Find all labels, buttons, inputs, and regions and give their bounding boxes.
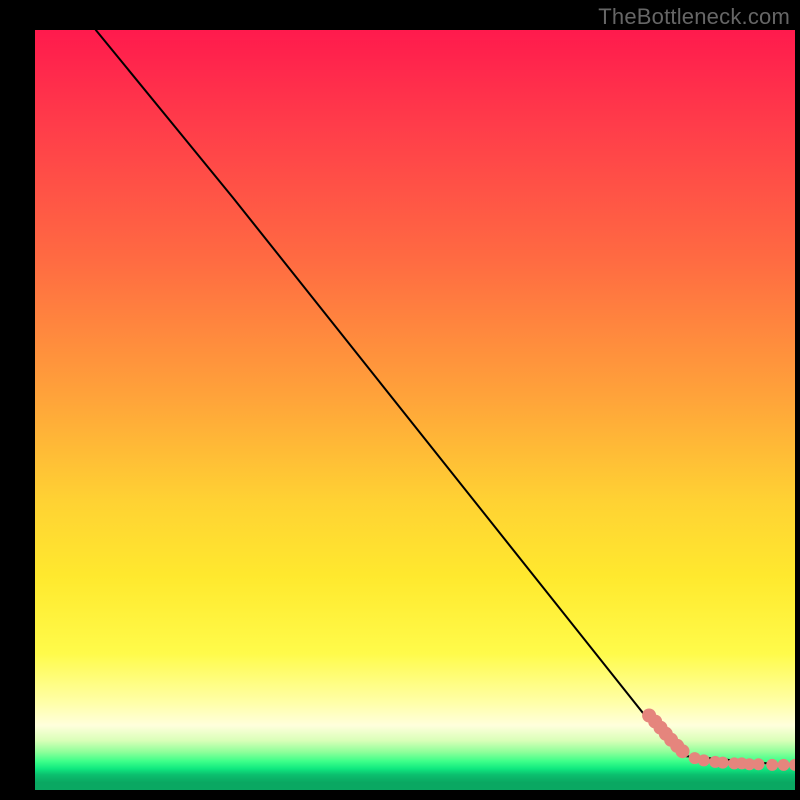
plot-area — [35, 30, 795, 790]
scatter-point — [766, 759, 778, 771]
chart-frame: TheBottleneck.com — [0, 0, 800, 800]
scatter-point — [753, 758, 765, 770]
chart-overlay — [35, 30, 795, 790]
scatter-point — [717, 757, 729, 769]
scatter-point — [698, 754, 710, 766]
scatter-point — [789, 759, 795, 771]
scatter-point — [676, 744, 690, 758]
watermark-text: TheBottleneck.com — [598, 4, 790, 30]
scatter-points — [642, 709, 795, 771]
main-curve — [96, 30, 795, 766]
curve-line — [96, 30, 795, 766]
scatter-point — [778, 759, 790, 771]
